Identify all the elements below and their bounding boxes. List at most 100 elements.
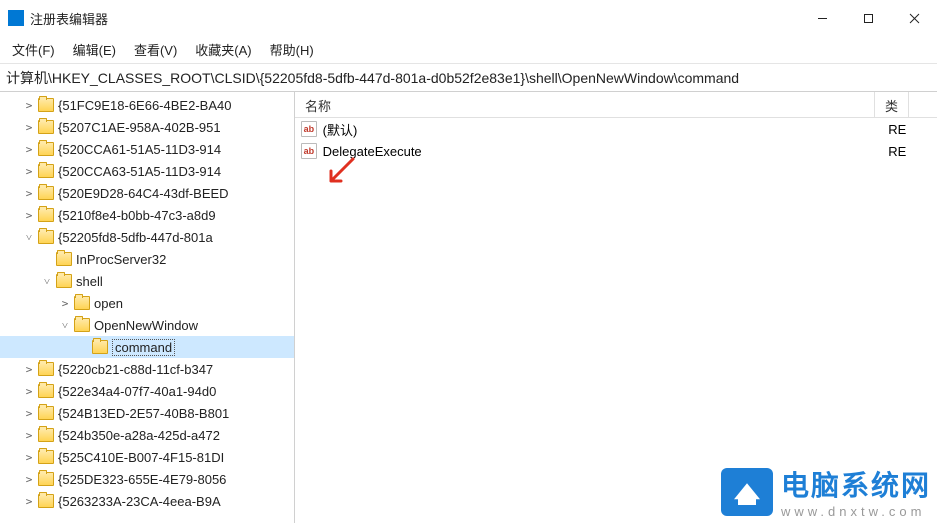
tree-item[interactable]: ˅{52205fd8-5dfb-447d-801a xyxy=(0,226,294,248)
watermark-title: 电脑系统网 xyxy=(781,464,931,504)
tree-indent xyxy=(4,94,22,116)
chevron-right-icon[interactable]: > xyxy=(22,450,36,464)
address-input[interactable] xyxy=(6,70,931,86)
list-body: ab(默认)REabDelegateExecuteRE xyxy=(295,118,937,162)
chevron-right-icon[interactable]: > xyxy=(22,428,36,442)
tree-label: {520CCA63-51A5-11D3-914 xyxy=(58,164,221,179)
tree-label: OpenNewWindow xyxy=(94,318,198,333)
tree-indent xyxy=(22,292,40,314)
menubar: 文件(F) 编辑(E) 查看(V) 收藏夹(A) 帮助(H) xyxy=(0,36,937,64)
tree-label: {51FC9E18-6E66-4BE2-BA40 xyxy=(58,98,231,113)
list-cell-name: (默认) xyxy=(323,120,889,139)
tree-item[interactable]: >{522e34a4-07f7-40a1-94d0 xyxy=(0,380,294,402)
folder-icon xyxy=(56,252,72,266)
tree-indent xyxy=(4,160,22,182)
expand-spacer xyxy=(40,252,54,266)
tree-label: InProcServer32 xyxy=(76,252,166,267)
menu-help[interactable]: 帮助(H) xyxy=(262,36,322,63)
tree-label: shell xyxy=(76,274,103,289)
titlebar: 注册表编辑器 xyxy=(0,0,937,36)
list-header-type[interactable]: 类 xyxy=(875,92,909,117)
tree-label: {5263233A-23CA-4eea-B9A xyxy=(58,494,221,509)
list-cell-type: RE xyxy=(888,122,937,137)
chevron-right-icon[interactable]: > xyxy=(22,384,36,398)
tree-label: {524B13ED-2E57-40B8-B801 xyxy=(58,406,229,421)
chevron-right-icon[interactable]: > xyxy=(22,98,36,112)
tree-indent xyxy=(4,446,22,468)
red-arrow-annotation xyxy=(325,155,361,196)
chevron-right-icon[interactable]: > xyxy=(22,120,36,134)
menu-view[interactable]: 查看(V) xyxy=(126,36,185,63)
folder-icon xyxy=(38,98,54,112)
chevron-right-icon[interactable]: > xyxy=(22,164,36,178)
tree-item[interactable]: >{520E9D28-64C4-43df-BEED xyxy=(0,182,294,204)
chevron-right-icon[interactable]: > xyxy=(22,142,36,156)
tree-item[interactable]: >{5220cb21-c88d-11cf-b347 xyxy=(0,358,294,380)
chevron-right-icon[interactable]: > xyxy=(22,186,36,200)
tree-indent xyxy=(4,204,22,226)
folder-icon xyxy=(38,428,54,442)
chevron-down-icon[interactable]: ˅ xyxy=(40,274,54,288)
tree-item[interactable]: InProcServer32 xyxy=(0,248,294,270)
folder-icon xyxy=(38,384,54,398)
folder-icon xyxy=(38,450,54,464)
tree-indent xyxy=(4,138,22,160)
folder-icon xyxy=(38,494,54,508)
tree-item[interactable]: >{525DE323-655E-4E79-8056 xyxy=(0,468,294,490)
list-header-name[interactable]: 名称 xyxy=(295,92,875,117)
folder-icon xyxy=(38,142,54,156)
menu-file[interactable]: 文件(F) xyxy=(4,36,63,63)
content: > {51FC9E18-6E66-4BE2-BA40 > {5207C1AE-958A… xyxy=(0,92,937,523)
tree-item[interactable]: >{5210f8e4-b0bb-47c3-a8d9 xyxy=(0,204,294,226)
tree-indent xyxy=(4,336,22,358)
list-panel[interactable]: 名称 类 ab(默认)REabDelegateExecuteRE xyxy=(295,92,937,523)
tree-item[interactable]: ˅ OpenNewWindow xyxy=(0,314,294,336)
tree-item[interactable]: >{525C410E-B007-4F15-81DI xyxy=(0,446,294,468)
tree-indent xyxy=(22,314,40,336)
tree-item[interactable]: >open xyxy=(0,292,294,314)
folder-icon xyxy=(38,230,54,244)
tree-label: {5207C1AE-958A-402B-951 xyxy=(58,120,221,135)
close-button[interactable] xyxy=(891,2,937,34)
tree-item[interactable]: > {51FC9E18-6E66-4BE2-BA40 xyxy=(0,94,294,116)
tree-label: {524b350e-a28a-425d-a472 xyxy=(58,428,220,443)
list-row[interactable]: ab(默认)RE xyxy=(295,118,937,140)
tree-indent xyxy=(4,248,22,270)
chevron-down-icon[interactable]: ˅ xyxy=(22,230,36,244)
chevron-down-icon[interactable]: ˅ xyxy=(58,318,72,332)
menu-favorites[interactable]: 收藏夹(A) xyxy=(187,36,259,63)
tree-item[interactable]: > {5263233A-23CA-4eea-B9A xyxy=(0,490,294,512)
folder-icon xyxy=(38,164,54,178)
tree-indent xyxy=(4,490,22,512)
list-row[interactable]: abDelegateExecuteRE xyxy=(295,140,937,162)
list-header: 名称 类 xyxy=(295,92,937,118)
tree-item[interactable]: ˅ shell xyxy=(0,270,294,292)
tree-indent xyxy=(4,226,22,248)
tree-panel[interactable]: > {51FC9E18-6E66-4BE2-BA40 > {5207C1AE-958A… xyxy=(0,92,295,523)
chevron-right-icon[interactable]: > xyxy=(22,208,36,222)
tree-item[interactable]: >{520CCA61-51A5-11D3-914 xyxy=(0,138,294,160)
maximize-button[interactable] xyxy=(845,2,891,34)
chevron-right-icon[interactable]: > xyxy=(58,296,72,310)
tree-item[interactable]: > {524b350e-a28a-425d-a472 xyxy=(0,424,294,446)
folder-icon xyxy=(74,318,90,332)
tree-item[interactable]: command xyxy=(0,336,294,358)
addressbar xyxy=(0,64,937,92)
chevron-right-icon[interactable]: > xyxy=(22,362,36,376)
tree-indent xyxy=(4,380,22,402)
minimize-button[interactable] xyxy=(799,2,845,34)
list-cell-type: RE xyxy=(888,144,937,159)
tree-indent xyxy=(40,336,58,358)
tree-indent xyxy=(4,358,22,380)
tree-item[interactable]: > {520CCA63-51A5-11D3-914 xyxy=(0,160,294,182)
tree-item[interactable]: > {524B13ED-2E57-40B8-B801 xyxy=(0,402,294,424)
chevron-right-icon[interactable]: > xyxy=(22,472,36,486)
tree-item[interactable]: > {5207C1AE-958A-402B-951 xyxy=(0,116,294,138)
menu-edit[interactable]: 编辑(E) xyxy=(65,36,124,63)
chevron-right-icon[interactable]: > xyxy=(22,494,36,508)
tree-label: command xyxy=(112,339,175,356)
tree-indent xyxy=(4,314,22,336)
app-icon xyxy=(8,10,24,26)
folder-icon xyxy=(38,120,54,134)
chevron-right-icon[interactable]: > xyxy=(22,406,36,420)
